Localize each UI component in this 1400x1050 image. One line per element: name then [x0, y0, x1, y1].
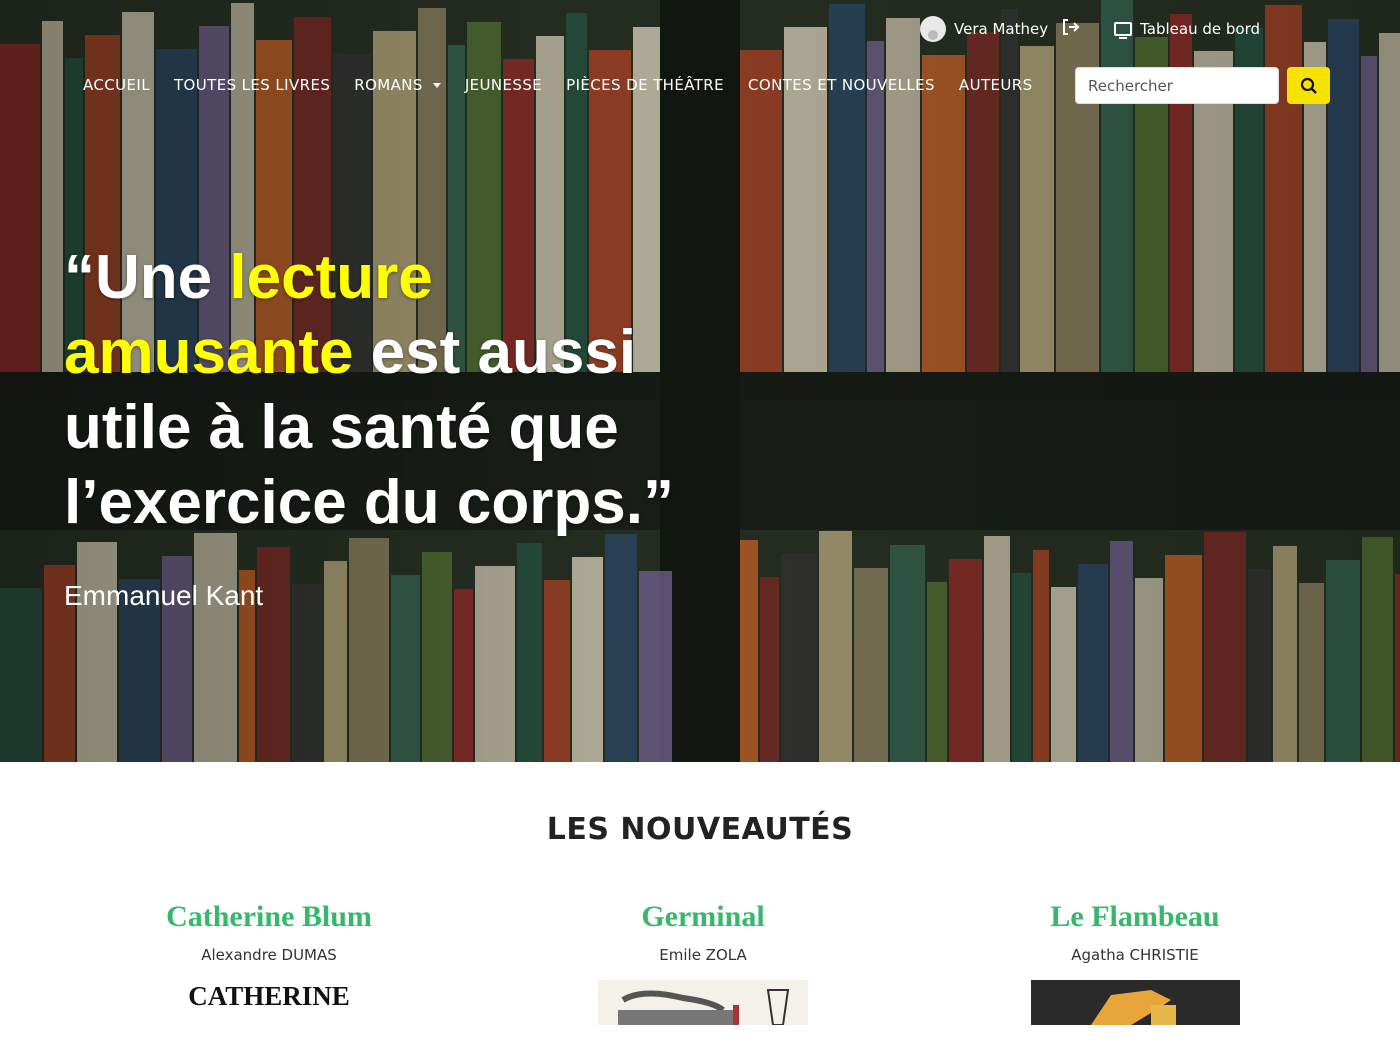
main-nav: Accueil Toutes les livres Romans Jeuness…: [83, 76, 1057, 94]
dashboard-link[interactable]: Tableau de bord: [1114, 20, 1260, 39]
book-title[interactable]: Catherine Blum: [134, 900, 404, 934]
book-title[interactable]: Le Flambeau: [1000, 900, 1270, 934]
user-menu[interactable]: Vera Mathey: [920, 16, 1048, 42]
search-form: [1075, 67, 1330, 104]
user-bar: Vera Mathey Tableau de bord: [920, 16, 1260, 42]
search-icon: [1300, 77, 1317, 94]
book-cover[interactable]: [1030, 980, 1240, 1025]
hero-banner: Vera Mathey Tableau de bord Accueil Tout…: [0, 0, 1400, 762]
nav-romans[interactable]: Romans: [354, 76, 441, 94]
nav-toutes-les-livres[interactable]: Toutes les livres: [174, 76, 330, 94]
dashboard-label: Tableau de bord: [1140, 20, 1260, 38]
hero-quote: “Une lecture amusante est aussi utile à …: [64, 243, 674, 537]
book-card[interactable]: Germinal Emile ZOLA: [568, 900, 838, 1025]
user-name: Vera Mathey: [954, 20, 1049, 38]
nav-pieces-de-theatre[interactable]: Pièces de théâtre: [566, 76, 724, 94]
nav-accueil[interactable]: Accueil: [83, 76, 150, 94]
book-author: Alexandre DUMAS: [201, 946, 337, 964]
nav-contes-et-nouvelles[interactable]: Contes et nouvelles: [748, 76, 935, 94]
book-title[interactable]: Germinal: [568, 900, 838, 934]
book-card[interactable]: Le Flambeau Agatha CHRISTIE: [1000, 900, 1270, 1025]
search-button[interactable]: [1287, 67, 1330, 104]
search-input[interactable]: [1075, 67, 1279, 104]
book-card[interactable]: Catherine Blum Alexandre DUMAS CATHERINE: [134, 900, 404, 1020]
avatar: [920, 16, 946, 42]
section-title: Les nouveautés: [546, 812, 854, 847]
book-author: Agatha CHRISTIE: [1071, 946, 1199, 964]
nav-auteurs[interactable]: Auteurs: [959, 76, 1033, 94]
nav-jeunesse[interactable]: Jeunesse: [465, 76, 542, 94]
chevron-down-icon: [432, 82, 441, 88]
monitor-icon: [1114, 22, 1133, 39]
logout-icon[interactable]: [1062, 19, 1080, 39]
quote-author: Emmanuel Kant: [64, 580, 264, 611]
book-author: Emile ZOLA: [659, 946, 747, 964]
book-cover[interactable]: [598, 980, 808, 1025]
book-cover[interactable]: CATHERINE: [159, 980, 379, 1020]
